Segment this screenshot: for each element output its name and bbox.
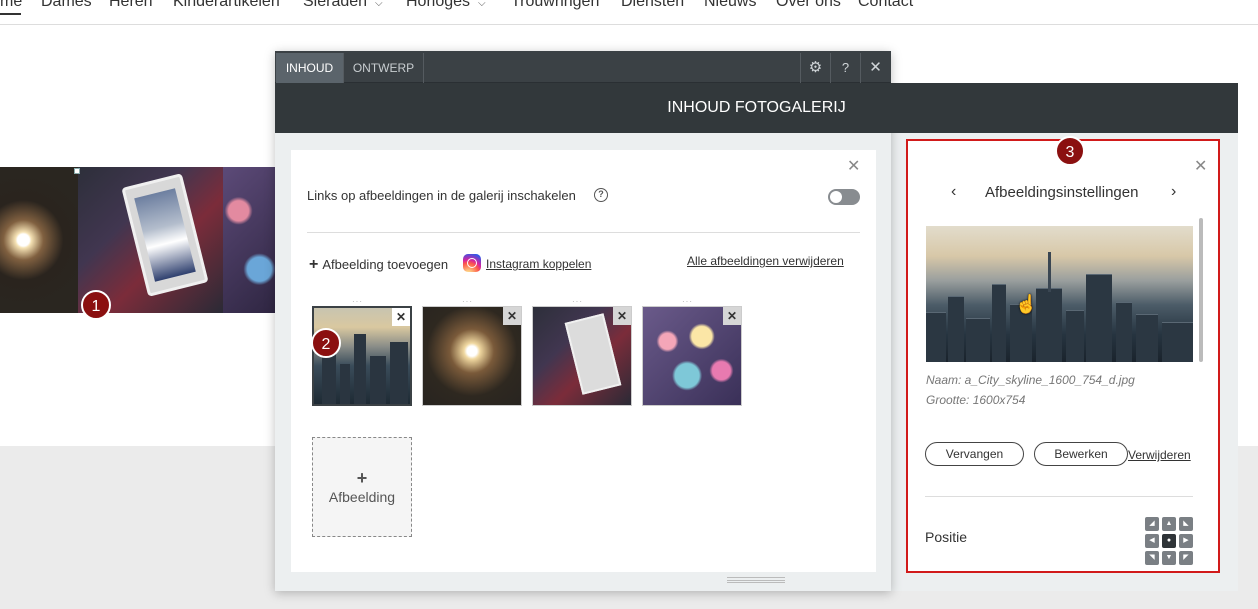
resize-handle[interactable] (74, 168, 80, 174)
thumbnail-image[interactable]: ✕ (642, 306, 742, 406)
settings-scrollbar[interactable] (1199, 218, 1203, 362)
image-settings-title: Afbeeldingsinstellingen (985, 184, 1139, 201)
close-icon[interactable]: ✕ (847, 156, 860, 176)
nav-item-over-ons[interactable]: Over ons (776, 0, 841, 11)
position-center[interactable]: ● (1162, 534, 1176, 548)
chevron-left-icon[interactable]: ‹ (951, 183, 956, 201)
nav-item-dames[interactable]: Dames (41, 0, 92, 11)
instagram-connect-link[interactable]: Instagram koppelen (486, 257, 591, 271)
thumbnail-sparkler[interactable]: ··· ✕ (422, 297, 522, 406)
chevron-right-icon[interactable]: › (1171, 183, 1176, 201)
delete-image-link[interactable]: Verwijderen (1128, 448, 1191, 462)
nav-item-trouwringen[interactable]: Trouwringen (511, 0, 599, 11)
site-navigation: me Dames Heren Kinderartikelen Sieraden ⌵… (0, 0, 1258, 25)
remove-all-images-link[interactable]: Alle afbeeldingen verwijderen (687, 254, 844, 268)
nav-item-horloges-label: Horloges (406, 0, 471, 10)
editor-tab-bar: INHOUD ONTWERP ⚙ ? ✕ (275, 51, 891, 83)
remove-image-icon[interactable]: ✕ (613, 307, 631, 325)
tablet-graphic (121, 173, 209, 297)
nav-item-diensten[interactable]: Diensten (621, 0, 684, 11)
drag-handle-icon[interactable]: ··· (462, 297, 473, 306)
chevron-down-icon: ⌵ (375, 0, 383, 9)
instagram-icon (463, 254, 481, 272)
add-image-button[interactable]: + Afbeelding toevoegen (309, 256, 448, 274)
nav-item-horloges[interactable]: Horloges ⌵ (406, 0, 486, 11)
replace-button[interactable]: Vervangen (925, 442, 1024, 466)
position-bottom-center[interactable]: ▼ (1162, 551, 1176, 565)
position-middle-right[interactable]: ▶ (1179, 534, 1193, 548)
position-top-right[interactable]: ◣ (1179, 517, 1193, 531)
remove-image-icon[interactable]: ✕ (723, 307, 741, 325)
drag-handle-icon[interactable]: ··· (352, 297, 363, 306)
nav-item-kinderartikelen[interactable]: Kinderartikelen (173, 0, 280, 11)
position-label: Positie (925, 529, 968, 545)
edit-button[interactable]: Bewerken (1034, 442, 1128, 466)
thumbnail-tablet[interactable]: ··· ✕ (532, 297, 632, 406)
question-circle-icon[interactable]: ? (594, 188, 608, 202)
help-icon[interactable]: ? (830, 53, 860, 83)
image-size: Grootte: 1600x754 (926, 393, 1026, 407)
editor-title: INHOUD FOTOGALERIJ (275, 83, 1238, 133)
drag-handle-icon[interactable]: ··· (682, 297, 693, 306)
hand-cursor-icon: ☝ (1015, 294, 1038, 314)
position-top-center[interactable]: ▲ (1162, 517, 1176, 531)
position-bottom-right[interactable]: ◤ (1179, 551, 1193, 565)
image-preview (926, 226, 1193, 362)
plus-icon: + (356, 468, 368, 488)
divider (925, 496, 1193, 497)
gallery-image-bokeh[interactable] (223, 167, 275, 313)
remove-image-icon[interactable]: ✕ (392, 308, 410, 326)
chevron-down-icon: ⌵ (478, 0, 486, 9)
active-nav-underline (0, 13, 21, 15)
close-icon[interactable]: ✕ (860, 53, 890, 83)
position-middle-left[interactable]: ◀ (1145, 534, 1159, 548)
tab-inhoud[interactable]: INHOUD (276, 53, 344, 83)
position-top-left[interactable]: ◢ (1145, 517, 1159, 531)
add-image-tile[interactable]: + Afbeelding (312, 437, 412, 537)
nav-item-contact[interactable]: Contact (858, 0, 913, 11)
drag-handle-icon[interactable]: ··· (572, 297, 583, 306)
thumbnail-image[interactable]: ✕ (532, 306, 632, 406)
gallery-links-toggle[interactable] (828, 189, 860, 205)
gear-icon[interactable]: ⚙ (800, 53, 830, 83)
gallery-links-label: Links op afbeeldingen in de galerij insc… (307, 188, 576, 203)
step-badge-1: 1 (81, 290, 111, 320)
step-badge-3: 3 (1055, 136, 1085, 166)
thumbnail-image[interactable]: ✕ (422, 306, 522, 406)
nav-item-nieuws[interactable]: Nieuws (704, 0, 756, 11)
thumbnail-bokeh[interactable]: ··· ✕ (642, 297, 742, 406)
nav-item-sieraden[interactable]: Sieraden ⌵ (303, 0, 383, 11)
nav-item-heren[interactable]: Heren (109, 0, 153, 11)
image-name: Naam: a_City_skyline_1600_754_d.jpg (926, 373, 1135, 387)
add-image-label: Afbeelding toevoegen (322, 257, 449, 272)
nav-item-sieraden-label: Sieraden (303, 0, 368, 10)
close-icon[interactable]: ✕ (1194, 156, 1207, 176)
position-grid: ◢ ▲ ◣ ◀ ● ▶ ◥ ▼ ◤ (1145, 517, 1193, 565)
resize-grip[interactable] (727, 577, 785, 583)
position-bottom-left[interactable]: ◥ (1145, 551, 1159, 565)
nav-item-home[interactable]: me (0, 0, 22, 11)
divider (307, 232, 860, 233)
tab-ontwerp[interactable]: ONTWERP (344, 53, 424, 83)
plus-icon: + (309, 256, 319, 273)
gallery-image-sparkler[interactable] (0, 167, 78, 313)
remove-image-icon[interactable]: ✕ (503, 307, 521, 325)
add-image-tile-label: Afbeelding (328, 489, 396, 505)
step-badge-2: 2 (311, 328, 341, 358)
